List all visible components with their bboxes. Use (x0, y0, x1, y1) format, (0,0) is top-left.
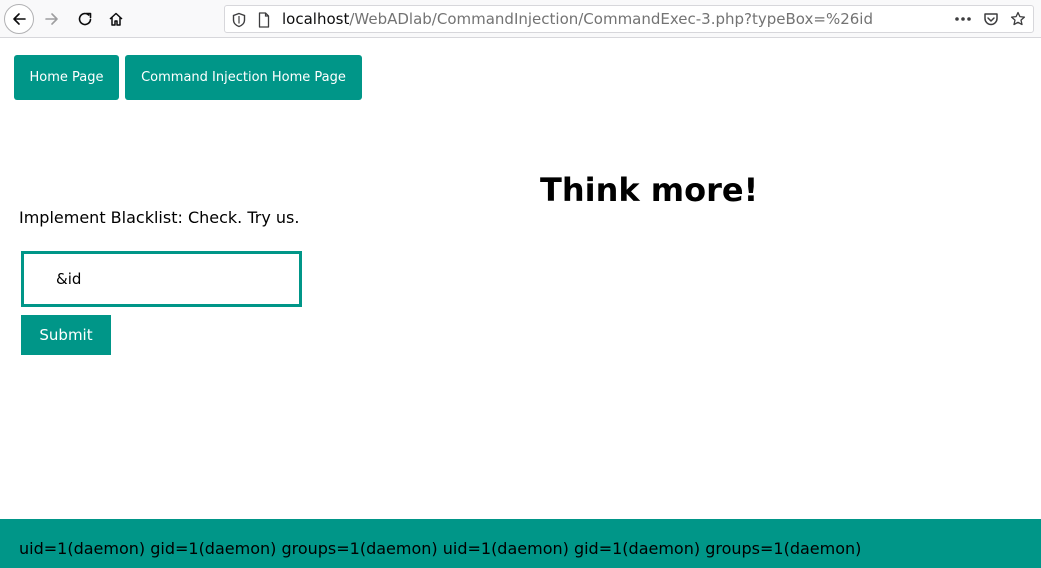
browser-toolbar: localhost/WebADlab/CommandInjection/Comm… (0, 0, 1041, 38)
forward-arrow-icon (45, 13, 58, 25)
type-box-input[interactable] (21, 251, 302, 307)
home-icon (109, 12, 123, 26)
home-page-button[interactable]: Home Page (14, 55, 119, 100)
command-injection-home-button[interactable]: Command Injection Home Page (125, 55, 362, 100)
more-icon[interactable] (954, 16, 972, 22)
instruction-text: Implement Blacklist: Check. Try us. (19, 208, 300, 227)
command-output: uid=1(daemon) gid=1(daemon) groups=1(dae… (19, 539, 862, 558)
url-bar[interactable]: localhost/WebADlab/CommandInjection/Comm… (224, 5, 1034, 33)
reload-icon (78, 12, 92, 26)
bookmark-star-icon[interactable] (1010, 11, 1026, 27)
page-heading: Think more! (540, 171, 759, 209)
output-panel: uid=1(daemon) gid=1(daemon) groups=1(dae… (0, 519, 1041, 568)
reload-button[interactable] (70, 4, 100, 34)
pocket-icon[interactable] (983, 11, 999, 27)
back-arrow-icon (13, 13, 26, 25)
submit-button[interactable]: Submit (21, 315, 111, 355)
url-text[interactable]: localhost/WebADlab/CommandInjection/Comm… (282, 10, 873, 28)
forward-button[interactable] (37, 4, 67, 34)
page-icon (258, 12, 270, 28)
url-host: localhost (282, 10, 350, 28)
back-button[interactable] (4, 4, 34, 34)
home-button[interactable] (101, 4, 131, 34)
shield-icon[interactable] (232, 12, 246, 28)
url-path: /WebADlab/CommandInjection/CommandExec-3… (349, 10, 873, 28)
